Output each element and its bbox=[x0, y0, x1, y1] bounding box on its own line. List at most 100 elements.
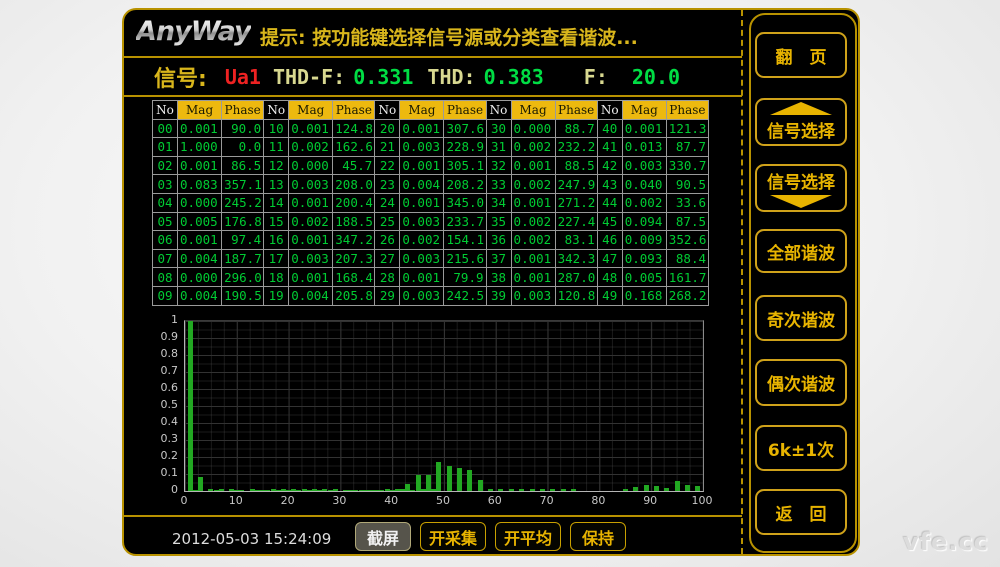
harmonic-bar bbox=[685, 485, 690, 491]
table-cell: 0.001 bbox=[178, 156, 222, 175]
table-row: 090.004190.5190.004205.8290.003242.5390.… bbox=[153, 286, 709, 305]
table-cell: 11 bbox=[264, 138, 289, 157]
table-cell: 120.8 bbox=[555, 286, 597, 305]
table-cell: 41 bbox=[597, 138, 622, 157]
table-cell: 90.0 bbox=[222, 119, 264, 138]
table-cell: 0.000 bbox=[178, 268, 222, 287]
timestamp: 2012-05-03 15:24:09 bbox=[172, 524, 331, 554]
panel-divider bbox=[741, 10, 743, 554]
table-row: 070.004187.7170.003207.3270.003215.6370.… bbox=[153, 249, 709, 268]
table-cell: 0.001 bbox=[400, 156, 444, 175]
table-cell: 232.2 bbox=[555, 138, 597, 157]
harmonic-bar bbox=[540, 489, 545, 491]
table-cell: 0.003 bbox=[511, 286, 555, 305]
table-cell: 0.001 bbox=[511, 268, 555, 287]
table-row: 040.000245.2140.001200.4240.001345.0340.… bbox=[153, 193, 709, 212]
table-cell: 0.013 bbox=[622, 138, 666, 157]
x-axis-tick-label: 80 bbox=[583, 494, 613, 507]
x-axis-tick-label: 40 bbox=[376, 494, 406, 507]
table-cell: 79.9 bbox=[444, 268, 486, 287]
harmonic-bar bbox=[530, 489, 535, 491]
harmonic-bar bbox=[467, 470, 472, 491]
table-cell: 40 bbox=[597, 119, 622, 138]
table-row: 020.00186.5120.00045.7220.001305.1320.00… bbox=[153, 156, 709, 175]
table-cell: 307.6 bbox=[444, 119, 486, 138]
bottom-button-start-acquisition[interactable]: 开采集 bbox=[420, 522, 486, 551]
table-cell: 0.005 bbox=[178, 212, 222, 231]
column-header: Mag bbox=[289, 101, 333, 120]
y-axis-tick-label: 0.1 bbox=[142, 466, 178, 479]
side-button-label: 返 回 bbox=[776, 500, 827, 525]
harmonic-bar bbox=[561, 489, 566, 491]
table-cell: 97.4 bbox=[222, 231, 264, 250]
brand-logo: AnyWay bbox=[136, 16, 251, 47]
table-cell: 0.001 bbox=[178, 119, 222, 138]
table-cell: 0.000 bbox=[289, 156, 333, 175]
device-screen: AnyWay 提示: 按功能键选择信号源或分类查看谐波... 信号: Ua1 T… bbox=[122, 8, 860, 556]
table-cell: 0.001 bbox=[400, 268, 444, 287]
table-header-row: NoMagPhaseNoMagPhaseNoMagPhaseNoMagPhase… bbox=[153, 101, 709, 120]
column-header: No bbox=[375, 101, 400, 120]
table-cell: 35 bbox=[486, 212, 511, 231]
bottom-button-screenshot[interactable]: 截屏 bbox=[355, 522, 411, 551]
table-cell: 190.5 bbox=[222, 286, 264, 305]
table-cell: 205.8 bbox=[333, 286, 375, 305]
bottom-button-start-averaging[interactable]: 开平均 bbox=[495, 522, 561, 551]
column-header: No bbox=[153, 101, 178, 120]
side-button-all-harmonics[interactable]: 全部谐波 bbox=[755, 229, 847, 273]
status-hint: 提示: 按功能键选择信号源或分类查看谐波... bbox=[260, 23, 638, 50]
table-cell: 09 bbox=[153, 286, 178, 305]
y-axis-tick-label: 0.6 bbox=[142, 381, 178, 394]
table-row: 030.083357.1130.003208.0230.004208.2330.… bbox=[153, 175, 709, 194]
table-cell: 83.1 bbox=[555, 231, 597, 250]
side-button-signal-select-down[interactable]: 信号选择 bbox=[755, 164, 847, 212]
table-cell: 45.7 bbox=[333, 156, 375, 175]
table-cell: 245.2 bbox=[222, 193, 264, 212]
signal-label: 信号: bbox=[154, 61, 207, 93]
column-header: Mag bbox=[622, 101, 666, 120]
column-header: Phase bbox=[444, 101, 486, 120]
side-button-label: 奇次谐波 bbox=[767, 306, 835, 331]
table-cell: 07 bbox=[153, 249, 178, 268]
table-cell: 287.0 bbox=[555, 268, 597, 287]
x-axis-tick-label: 20 bbox=[273, 494, 303, 507]
table-cell: 0.004 bbox=[289, 286, 333, 305]
table-cell: 0.004 bbox=[178, 249, 222, 268]
table-cell: 0.001 bbox=[400, 119, 444, 138]
table-cell: 25 bbox=[375, 212, 400, 231]
side-button-even-harmonics[interactable]: 偶次谐波 bbox=[755, 359, 847, 406]
side-button-6k1-order[interactable]: 6k±1次 bbox=[755, 425, 847, 471]
watermark: vfe.cc bbox=[903, 528, 989, 556]
chart-plot bbox=[184, 320, 704, 492]
y-axis-tick-label: 0.2 bbox=[142, 449, 178, 462]
side-button-return[interactable]: 返 回 bbox=[755, 489, 847, 535]
y-axis-tick-label: 1 bbox=[142, 313, 178, 326]
table-cell: 08 bbox=[153, 268, 178, 287]
table-cell: 176.8 bbox=[222, 212, 264, 231]
side-button-signal-select-up[interactable]: 信号选择 bbox=[755, 98, 847, 146]
table-cell: 0.001 bbox=[178, 231, 222, 250]
table-cell: 03 bbox=[153, 175, 178, 194]
table-cell: 02 bbox=[153, 156, 178, 175]
side-button-odd-harmonics[interactable]: 奇次谐波 bbox=[755, 295, 847, 341]
harmonics-chart: 00.10.20.30.40.50.60.70.80.9101020304050… bbox=[124, 310, 742, 520]
table-cell: 187.7 bbox=[222, 249, 264, 268]
column-header: Phase bbox=[555, 101, 597, 120]
table-cell: 12 bbox=[264, 156, 289, 175]
table-cell: 19 bbox=[264, 286, 289, 305]
side-button-page-flip[interactable]: 翻 页 bbox=[755, 32, 847, 78]
table-cell: 0.094 bbox=[622, 212, 666, 231]
table-cell: 247.9 bbox=[555, 175, 597, 194]
down-arrow-icon bbox=[770, 195, 832, 208]
table-cell: 0.003 bbox=[400, 286, 444, 305]
harmonic-bar bbox=[478, 480, 483, 491]
x-axis-tick-label: 90 bbox=[635, 494, 665, 507]
harmonic-bar bbox=[509, 489, 514, 491]
table-cell: 48 bbox=[597, 268, 622, 287]
divider-line bbox=[124, 56, 742, 58]
table-cell: 271.2 bbox=[555, 193, 597, 212]
bottom-button-hold[interactable]: 保持 bbox=[570, 522, 626, 551]
table-cell: 01 bbox=[153, 138, 178, 157]
side-button-label: 偶次谐波 bbox=[767, 370, 835, 395]
table-cell: 27 bbox=[375, 249, 400, 268]
